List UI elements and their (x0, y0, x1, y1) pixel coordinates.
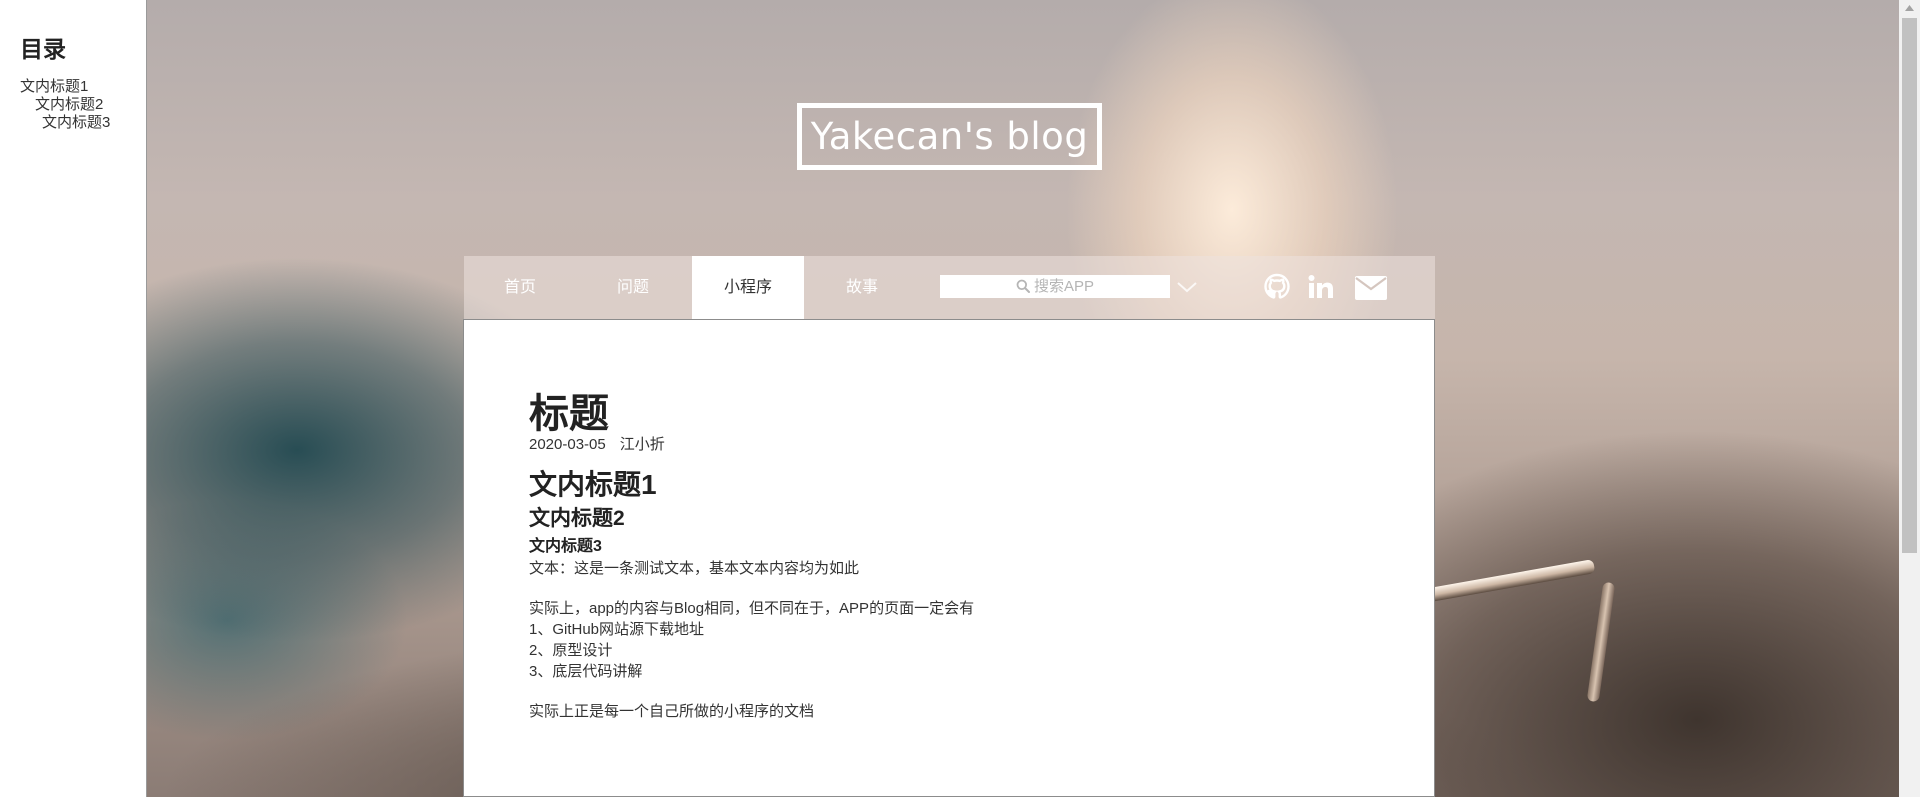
scroll-up-arrow-icon[interactable] (1899, 0, 1920, 17)
search-icon (1016, 279, 1030, 293)
article-heading-3: 文内标题3 (529, 538, 602, 555)
github-icon[interactable] (1262, 271, 1292, 305)
nav-tab-questions[interactable]: 问题 (577, 256, 689, 319)
nav-tab-stories[interactable]: 故事 (806, 256, 918, 319)
post-author[interactable]: 江小折 (620, 436, 665, 453)
post-meta: 2020-03-05 江小折 (529, 436, 974, 454)
blog-title[interactable]: Yakecan's blog (797, 103, 1102, 170)
scrollbar-thumb[interactable] (1902, 18, 1917, 553)
navigation-bar: 首页 问题 小程序 故事 搜索APP (464, 256, 1435, 319)
list-item: 1、GitHub网站源下载地址 (529, 621, 705, 638)
article-closing-text: 实际上正是每一个自己所做的小程序的文档 (529, 703, 815, 720)
search-input[interactable]: 搜索APP (940, 275, 1170, 298)
toc-item-heading1[interactable]: 文内标题1 (20, 78, 146, 96)
article-paragraph: 实际上，app的内容与Blog相同，但不同在于，APP的页面一定会有 1、Git… (529, 598, 974, 682)
post-title: 标题 (529, 392, 609, 436)
toc-title: 目录 (20, 36, 66, 62)
search-placeholder: 搜索APP (1033, 278, 1094, 295)
nav-tab-mini-programs[interactable]: 小程序 (692, 256, 804, 319)
list-item: 2、原型设计 (529, 642, 613, 659)
mail-icon[interactable] (1354, 271, 1388, 305)
chevron-down-icon[interactable] (1174, 276, 1200, 298)
article-heading-2: 文内标题2 (529, 507, 625, 530)
article-intro-text: 文本：这是一条测试文本，基本文本内容均为如此 (529, 560, 860, 577)
article-card: 标题 2020-03-05 江小折 文内标题1 文内标题2 文内标题3 文本：这是… (463, 319, 1435, 797)
article-heading-1: 文内标题1 (529, 469, 657, 500)
table-of-contents: 目录 文内标题1 文内标题2 文内标题3 (0, 0, 147, 797)
list-item: 3、底层代码讲解 (529, 663, 643, 680)
post-date: 2020-03-05 (529, 436, 606, 453)
page: 目录 文内标题1 文内标题2 文内标题3 Yakecan's blog 首页 问… (0, 0, 1920, 797)
toc-item-heading2[interactable]: 文内标题2 (20, 96, 146, 114)
article-content: 标题 2020-03-05 江小折 文内标题1 文内标题2 文内标题3 文本：这是… (529, 392, 974, 722)
background-twig-leg (1586, 581, 1616, 703)
nav-tab-home[interactable]: 首页 (464, 256, 576, 319)
vertical-scrollbar[interactable] (1899, 0, 1920, 797)
linkedin-icon[interactable] (1306, 271, 1336, 305)
paragraph-lead: 实际上，app的内容与Blog相同，但不同在于，APP的页面一定会有 (529, 600, 975, 617)
toc-item-heading3[interactable]: 文内标题3 (20, 114, 146, 132)
